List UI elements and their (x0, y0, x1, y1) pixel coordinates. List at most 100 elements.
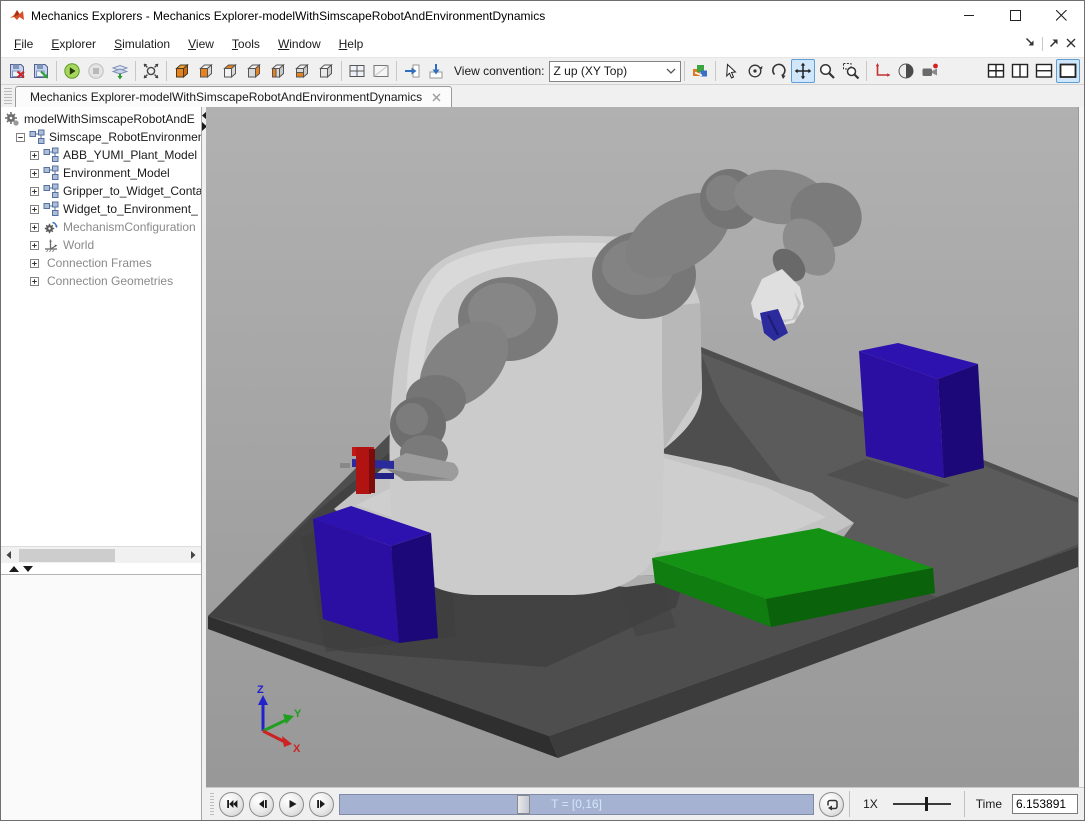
collapse-down-icon[interactable] (23, 565, 35, 573)
fit-to-view-icon[interactable] (139, 59, 163, 83)
close-button[interactable] (1038, 1, 1084, 30)
mechanics-explorer-window: Mechanics Explorers - Mechanics Explorer… (0, 0, 1085, 821)
view-convention-dropdown[interactable]: Z up (XY Top) (549, 61, 681, 82)
window-title: Mechanics Explorers - Mechanics Explorer… (31, 9, 545, 23)
tab-close-icon[interactable] (432, 93, 441, 102)
scroll-left-icon[interactable] (1, 547, 17, 563)
model-tree: modelWithSimscapeRobotAndE Simscape_Robo… (1, 107, 201, 546)
title-bar: Mechanics Explorers - Mechanics Explorer… (1, 1, 1084, 30)
maximize-button[interactable] (992, 1, 1038, 30)
go-forward-icon[interactable] (400, 59, 424, 83)
y-axis-label: Y (294, 708, 302, 720)
window-quad-icon[interactable] (984, 59, 1008, 83)
record-icon[interactable] (918, 59, 942, 83)
view-bottom-icon[interactable] (290, 59, 314, 83)
expand-expander[interactable] (30, 151, 39, 160)
tree-item-connection-geometries[interactable]: Connection Geometries (1, 272, 201, 290)
window-single-icon[interactable] (1056, 59, 1080, 83)
step-back-button[interactable] (249, 792, 274, 817)
expand-expander[interactable] (30, 205, 39, 214)
tree-item-world[interactable]: World (1, 236, 201, 254)
expand-expander[interactable] (30, 277, 39, 286)
view-top-icon[interactable] (218, 59, 242, 83)
layout-single-pane-icon[interactable] (369, 59, 393, 83)
panel-splitter-handle[interactable] (1, 563, 201, 575)
menu-view[interactable]: View (179, 33, 223, 55)
dock-icon[interactable] (1025, 37, 1036, 51)
view-front-icon[interactable] (194, 59, 218, 83)
run-icon[interactable] (60, 59, 84, 83)
speed-slider-thumb[interactable] (925, 797, 928, 811)
tree-item-gripper-to-widget-contact[interactable]: Gripper_to_Widget_Conta (1, 182, 201, 200)
menu-window[interactable]: Window (269, 33, 330, 55)
playbar-grip[interactable] (210, 793, 214, 815)
collapse-up-icon[interactable] (9, 565, 21, 573)
save-export-icon[interactable] (29, 59, 53, 83)
minimize-button[interactable] (946, 1, 992, 30)
window-vsplit-icon[interactable] (1008, 59, 1032, 83)
close-panel-icon[interactable] (1066, 37, 1076, 51)
expand-expander[interactable] (30, 187, 39, 196)
pan-icon[interactable] (791, 59, 815, 83)
layout-four-pane-icon[interactable] (345, 59, 369, 83)
tree-horizontal-scrollbar[interactable] (1, 546, 201, 563)
view-rotated-icon[interactable] (314, 59, 338, 83)
undock-icon[interactable] (1049, 37, 1060, 51)
view-right-icon[interactable] (242, 59, 266, 83)
menu-tools[interactable]: Tools (223, 33, 269, 55)
zoom-icon[interactable] (815, 59, 839, 83)
go-to-start-button[interactable] (219, 792, 244, 817)
zoom-region-icon[interactable] (839, 59, 863, 83)
save-discard-icon[interactable] (5, 59, 29, 83)
time-slider-thumb[interactable] (517, 795, 530, 814)
window-hsplit-icon[interactable] (1032, 59, 1056, 83)
go-down-icon[interactable] (424, 59, 448, 83)
matlab-logo-icon (9, 6, 25, 25)
time-input[interactable] (1012, 794, 1078, 814)
scrollbar-thumb[interactable] (19, 549, 115, 562)
export-animation-icon[interactable] (108, 59, 132, 83)
loop-button[interactable] (819, 792, 844, 817)
tab-mechanics-explorer[interactable]: Mechanics Explorer-modelWithSimscapeRobo… (15, 86, 452, 107)
menu-explorer[interactable]: Explorer (42, 33, 105, 55)
expand-expander[interactable] (30, 241, 39, 250)
time-label: Time (976, 797, 1002, 811)
gear-icon (43, 219, 59, 235)
stop-icon[interactable] (84, 59, 108, 83)
viewport-right-edge (1078, 107, 1084, 787)
tree-item-root[interactable]: modelWithSimscapeRobotAndE (1, 110, 201, 128)
expand-expander[interactable] (30, 223, 39, 232)
speed-slider[interactable] (893, 794, 951, 814)
expand-expander[interactable] (30, 259, 39, 268)
expand-expander[interactable] (30, 169, 39, 178)
menu-help[interactable]: Help (330, 33, 373, 55)
main-area: modelWithSimscapeRobotAndE Simscape_Robo… (1, 107, 1084, 820)
tree-item-connection-frames[interactable]: Connection Frames (1, 254, 201, 272)
tree-item-abb-yumi-plant-model[interactable]: ABB_YUMI_Plant_Model (1, 146, 201, 164)
play-button[interactable] (279, 792, 304, 817)
menu-file[interactable]: File (5, 33, 42, 55)
perspective-icon[interactable] (894, 59, 918, 83)
tab-bar: Mechanics Explorer-modelWithSimscapeRobo… (1, 85, 1084, 107)
view-left-icon[interactable] (266, 59, 290, 83)
tree-item-mechanism-configuration[interactable]: MechanismConfiguration (1, 218, 201, 236)
frame-display-icon[interactable] (870, 59, 894, 83)
view-isometric-icon[interactable] (170, 59, 194, 83)
tree-item-simscape-robotenvironment[interactable]: Simscape_RobotEnvironment (1, 128, 201, 146)
select-icon[interactable] (719, 59, 743, 83)
tree-item-environment-model[interactable]: Environment_Model (1, 164, 201, 182)
orbit-icon[interactable] (743, 59, 767, 83)
tab-label: Mechanics Explorer-modelWithSimscapeRobo… (30, 90, 422, 104)
step-forward-button[interactable] (309, 792, 334, 817)
menu-simulation[interactable]: Simulation (105, 33, 179, 55)
roll-icon[interactable] (767, 59, 791, 83)
mechanism-icon (4, 111, 20, 127)
scroll-right-icon[interactable] (185, 547, 201, 563)
tree-item-widget-to-environment[interactable]: Widget_to_Environment_ (1, 200, 201, 218)
collapse-expander[interactable] (16, 133, 25, 142)
scrollbar-track[interactable] (17, 548, 185, 563)
tabbar-grip[interactable] (4, 88, 12, 106)
time-slider[interactable]: T = [0,16] (339, 794, 814, 815)
3d-viewport[interactable]: Z Y X (206, 107, 1078, 787)
snapshot-icon[interactable] (688, 59, 712, 83)
